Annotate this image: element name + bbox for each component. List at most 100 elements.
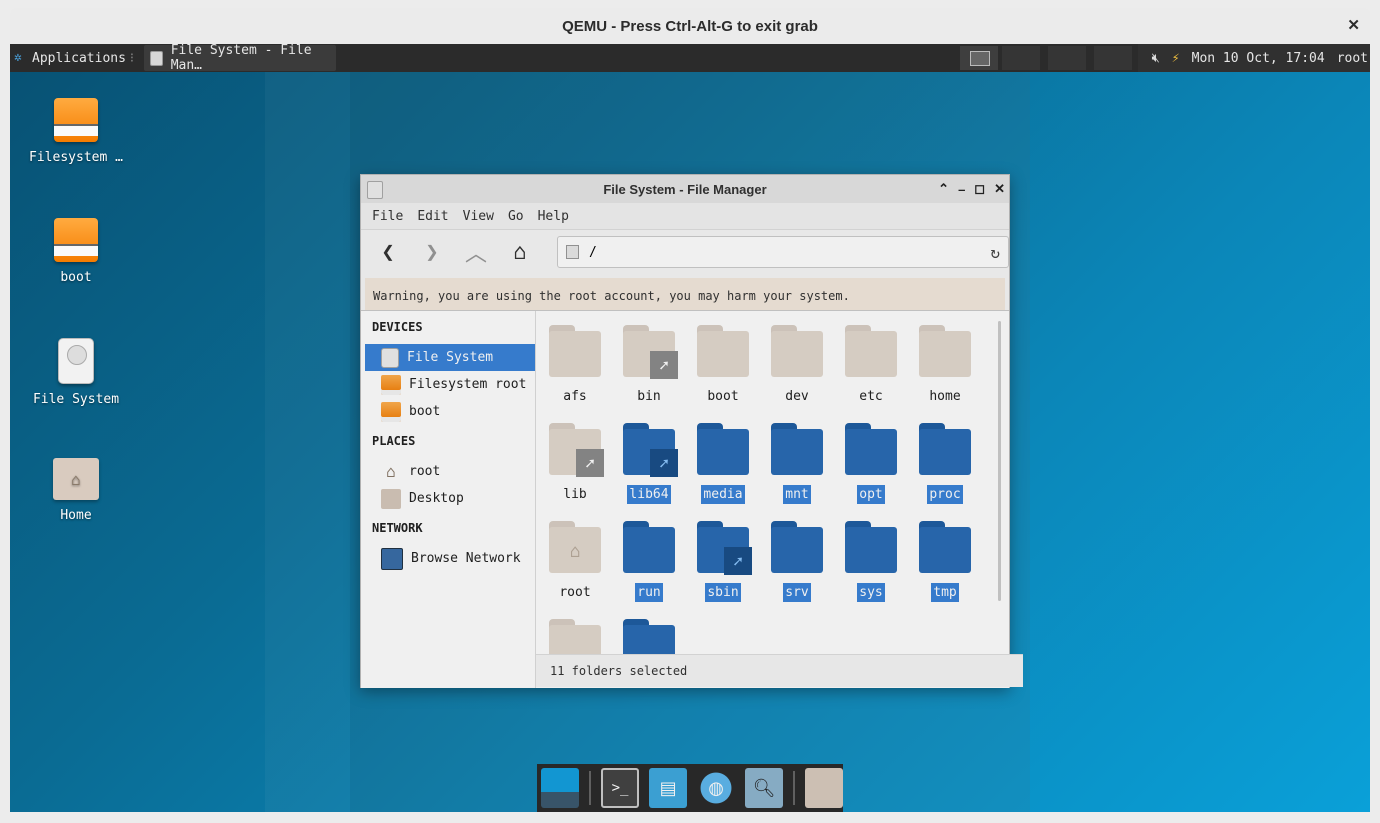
sidebar-item-browse-network[interactable]: Browse Network: [361, 545, 535, 572]
minimize-button[interactable]: –: [958, 182, 965, 197]
menu-separator-icon: ⁝: [129, 50, 135, 66]
desktop-icon-home[interactable]: ⌂ Home: [21, 458, 131, 523]
menu-go[interactable]: Go: [508, 209, 524, 224]
status-text: 11 folders selected: [550, 664, 688, 678]
sidebar-item-filesystem-root[interactable]: Filesystem root: [361, 371, 535, 398]
shade-button[interactable]: ⌃: [938, 181, 949, 197]
folder-item-selected[interactable]: ➚ sbin: [686, 521, 760, 602]
window-title-bar[interactable]: File System - File Manager ⌃ – ◻ ✕: [361, 175, 1009, 203]
desktop-folder-icon: [381, 488, 401, 509]
home-icon: ⌂: [386, 461, 396, 481]
places-heading: PLACES: [372, 434, 416, 448]
folder-icon: [549, 325, 601, 377]
folder-item[interactable]: ⌂ root: [538, 521, 612, 602]
folder-item-selected[interactable]: sys: [834, 521, 908, 602]
forward-button[interactable]: ❯: [419, 240, 445, 265]
menu-view[interactable]: View: [463, 209, 494, 224]
sidebar-item-root[interactable]: ⌂ root: [361, 458, 535, 485]
reload-icon[interactable]: ↻: [990, 243, 1000, 262]
show-desktop-icon[interactable]: [541, 768, 579, 808]
sidebar-item-label: Desktop: [409, 491, 464, 506]
xfce-logo-icon: ✲: [14, 50, 22, 65]
folder-item[interactable]: ➚ bin: [612, 325, 686, 406]
desktop-icon-filesystem-root[interactable]: Filesystem …: [21, 98, 131, 165]
drive-icon: [566, 245, 579, 259]
vertical-scrollbar[interactable]: [998, 321, 1001, 601]
app-finder-icon[interactable]: 🔍︎: [745, 768, 784, 808]
folder-item-selected[interactable]: media: [686, 423, 760, 504]
folder-label: srv: [783, 583, 811, 602]
drive-icon: [54, 98, 98, 142]
folder-icon: [697, 423, 749, 475]
folder-icon: ➚: [623, 423, 678, 477]
drive-icon: [54, 218, 98, 262]
qemu-close-button[interactable]: ✕: [1347, 16, 1360, 34]
sidebar-item-desktop[interactable]: Desktop: [361, 485, 535, 512]
menu-edit[interactable]: Edit: [417, 209, 448, 224]
folder-item[interactable]: [538, 619, 612, 654]
folder-item[interactable]: etc: [834, 325, 908, 406]
workspace-4-button[interactable]: [1094, 46, 1132, 70]
root-warning-text: Warning, you are using the root account,…: [373, 288, 850, 303]
guest-screen: ✲ Applications ⁝ File System - File Man……: [10, 44, 1370, 812]
taskbar-window-button[interactable]: File System - File Man…: [144, 44, 337, 73]
folder-item[interactable]: afs: [538, 325, 612, 406]
volume-muted-icon[interactable]: 🔇︎: [1152, 51, 1160, 66]
workspace-3-button[interactable]: [1048, 46, 1086, 70]
dock-separator: [589, 771, 591, 805]
folder-icon: [919, 423, 971, 475]
folder-item[interactable]: home: [908, 325, 982, 406]
icon-view[interactable]: afs ➚ bin boot dev etc home ➚ lib ➚ lib6…: [536, 311, 1005, 654]
menu-file[interactable]: File: [372, 209, 403, 224]
toolbar: ❮ ❯ ︿ ⌂ / ↻: [361, 230, 1009, 274]
folder-item-selected[interactable]: mnt: [760, 423, 834, 504]
symlink-arrow-icon: ➚: [650, 449, 678, 477]
folder-icon: [919, 325, 971, 377]
clock[interactable]: Mon 10 Oct, 17:04: [1192, 51, 1325, 66]
folder-item[interactable]: boot: [686, 325, 760, 406]
folder-item-selected[interactable]: ➚ lib64: [612, 423, 686, 504]
home-button[interactable]: ⌂: [507, 240, 533, 265]
folder-icon: [919, 521, 971, 573]
close-button[interactable]: ✕: [994, 181, 1005, 197]
desktop-icon-boot[interactable]: boot: [21, 218, 131, 285]
folder-label: afs: [563, 389, 587, 404]
folder-item-selected[interactable]: srv: [760, 521, 834, 602]
folder-item[interactable]: [612, 619, 686, 654]
desktop-icon-file-system[interactable]: File System: [21, 338, 131, 407]
folder-item[interactable]: dev: [760, 325, 834, 406]
location-path[interactable]: /: [589, 245, 597, 260]
sidebar-item-file-system[interactable]: File System: [365, 344, 535, 371]
folder-label: run: [635, 583, 663, 602]
user-menu[interactable]: root: [1337, 51, 1368, 66]
menu-help[interactable]: Help: [538, 209, 569, 224]
folder-label: boot: [707, 389, 739, 404]
power-icon[interactable]: ⚡︎: [1172, 51, 1180, 66]
sidebar-item-boot[interactable]: boot: [361, 398, 535, 425]
back-button[interactable]: ❮: [375, 240, 401, 265]
maximize-button[interactable]: ◻: [974, 181, 985, 197]
status-bar: 11 folders selected: [536, 654, 1023, 687]
location-bar[interactable]: / ↻: [557, 236, 1009, 268]
web-browser-icon[interactable]: ◍: [697, 768, 736, 808]
folder-icon: [549, 619, 601, 654]
folder-item-selected[interactable]: run: [612, 521, 686, 602]
folder-item[interactable]: ➚ lib: [538, 423, 612, 504]
applications-menu-button[interactable]: ✲ Applications ⁝: [10, 44, 138, 72]
up-button[interactable]: ︿: [463, 236, 489, 268]
file-manager-icon[interactable]: ▤: [649, 768, 688, 808]
taskbar-window-label: File System - File Man…: [170, 44, 312, 73]
home-folder-icon[interactable]: [805, 768, 844, 808]
folder-icon: ⌂: [549, 521, 601, 573]
file-manager-body: DEVICES File System Filesystem root boot…: [361, 310, 1023, 688]
folder-item-selected[interactable]: tmp: [908, 521, 982, 602]
sidebar-item-label: boot: [409, 404, 441, 419]
sidebar-item-label: root: [409, 464, 441, 479]
workspace-1-button[interactable]: [960, 46, 998, 70]
workspace-2-button[interactable]: [1002, 46, 1040, 70]
folder-item-selected[interactable]: proc: [908, 423, 982, 504]
folder-item-selected[interactable]: opt: [834, 423, 908, 504]
terminal-icon[interactable]: >_: [600, 768, 640, 808]
sidebar-item-label: File System: [407, 350, 494, 365]
desktop-icon-label: Home: [60, 508, 92, 523]
